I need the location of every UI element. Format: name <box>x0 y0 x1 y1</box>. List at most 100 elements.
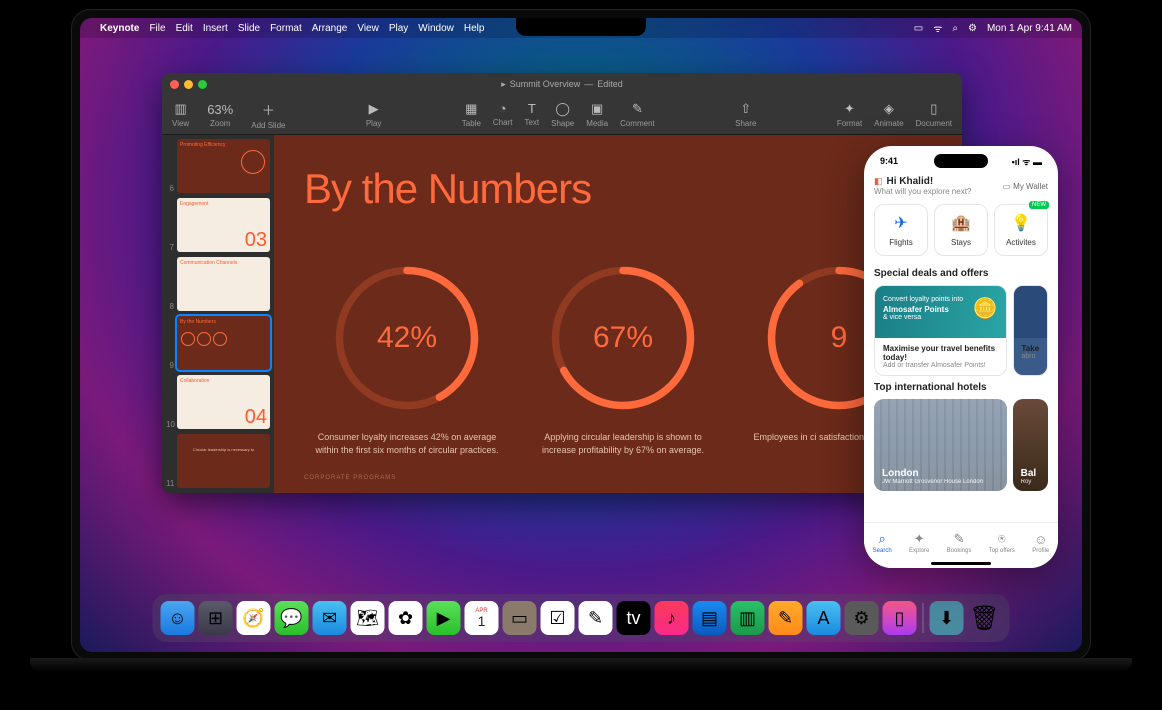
dock: ☺ ⊞ 🧭 💬 ✉ 🗺 ✿ ▶ APR1 ▭ ☑ ✎ tv ♪ ▤ ▥ ✎ A … <box>153 594 1010 642</box>
coins-icon: 🪙 <box>973 296 998 321</box>
phone-status-icons: •ıl ᯤ ▬ <box>1012 155 1042 168</box>
slide-thumb-11[interactable]: Circular leadership is necessary to <box>177 434 270 488</box>
dock-numbers[interactable]: ▥ <box>731 601 765 635</box>
dock-trash[interactable]: 🗑 <box>968 601 1002 635</box>
menu-edit[interactable]: Edit <box>176 23 193 34</box>
dock-calendar[interactable]: APR1 <box>465 601 499 635</box>
dock-music[interactable]: ♪ <box>655 601 689 635</box>
toolbar-zoom[interactable]: 63%Zoom <box>207 102 233 128</box>
dock-appstore[interactable]: A <box>807 601 841 635</box>
dock-messages[interactable]: 💬 <box>275 601 309 635</box>
menu-file[interactable]: File <box>149 23 165 34</box>
toolbar-table[interactable]: ▦Table <box>462 101 481 128</box>
wallet-icon: ▭ <box>1003 182 1011 191</box>
tab-bookings[interactable]: ✎Bookings <box>947 531 972 554</box>
dock-keynote[interactable]: ▤ <box>693 601 727 635</box>
promo-card[interactable]: Convert loyalty points into Almosafer Po… <box>874 285 1007 376</box>
toolbar-media[interactable]: ▣Media <box>586 101 608 128</box>
slide-thumb-6[interactable]: Promoting Efficiency <box>177 139 270 193</box>
wallet-button[interactable]: ▭My Wallet <box>1003 182 1048 191</box>
fullscreen-button[interactable] <box>198 80 207 89</box>
dock-maps[interactable]: 🗺 <box>351 601 385 635</box>
laptop-base <box>30 658 1132 672</box>
dock-reminders[interactable]: ☑ <box>541 601 575 635</box>
hotel-card-next[interactable]: BalRoy <box>1013 399 1048 491</box>
traffic-lights <box>170 80 207 89</box>
hotel-card[interactable]: London JW Marriott Grosvenor House Londo… <box>874 399 1007 491</box>
dock-photos[interactable]: ✿ <box>389 601 423 635</box>
document-state: Edited <box>597 79 623 89</box>
dock-downloads[interactable]: ⬇ <box>930 601 964 635</box>
toolbar-animate[interactable]: ◈Animate <box>874 101 903 128</box>
phone-greeting: Hi Khalid! <box>887 176 934 187</box>
dock-finder[interactable]: ☺ <box>161 601 195 635</box>
menu-format[interactable]: Format <box>270 23 302 34</box>
close-button[interactable] <box>170 80 179 89</box>
stat-1[interactable]: 67% Applying circular leadership is show… <box>530 263 716 456</box>
toolbar-view[interactable]: ▥View <box>172 101 189 128</box>
slide-thumb-8[interactable]: Communication Channels <box>177 257 270 311</box>
slide-thumb-10[interactable]: Collaboration04 <box>177 375 270 429</box>
toolbar-document[interactable]: ▯Document <box>916 101 952 128</box>
slide-thumb-9[interactable]: By the Numbers <box>177 316 270 370</box>
toolbar-play[interactable]: ▶Play <box>366 101 382 128</box>
slide-navigator[interactable]: 6 Promoting Efficiency 7 Engagement03 8 … <box>162 135 274 493</box>
battery-icon[interactable]: ▭ <box>914 23 923 34</box>
minimize-button[interactable] <box>184 80 193 89</box>
toolbar-format[interactable]: ✦Format <box>837 101 862 128</box>
app-logo-icon: ◧ <box>874 176 883 187</box>
promo-card-next[interactable]: Takeabro <box>1013 285 1049 376</box>
toolbar-share[interactable]: ⇧Share <box>735 101 756 128</box>
dock-safari[interactable]: 🧭 <box>237 601 271 635</box>
menu-play[interactable]: Play <box>389 23 408 34</box>
document-separator: — <box>584 79 593 89</box>
menu-insert[interactable]: Insert <box>203 23 228 34</box>
dock-contacts[interactable]: ▭ <box>503 601 537 635</box>
slide-thumb-7[interactable]: Engagement03 <box>177 198 270 252</box>
menu-window[interactable]: Window <box>418 23 454 34</box>
toolbar-add-slide[interactable]: ＋Add Slide <box>251 100 285 130</box>
desktop: Keynote File Edit Insert Slide Format Ar… <box>80 18 1082 652</box>
dock-separator <box>923 603 924 633</box>
dock-mail[interactable]: ✉ <box>313 601 347 635</box>
menubar-clock[interactable]: Mon 1 Apr 9:41 AM <box>987 23 1072 34</box>
tab-explore[interactable]: ✦Explore <box>909 531 929 554</box>
deals-title: Special deals and offers <box>874 268 1048 279</box>
action-flights[interactable]: ✈Flights <box>874 204 928 256</box>
hotel-name: JW Marriott Grosvenor House London <box>882 479 983 485</box>
control-center-icon[interactable]: ⚙ <box>968 23 977 34</box>
wifi-icon[interactable]: ᯤ <box>933 21 942 35</box>
spotlight-icon[interactable]: ⌕ <box>952 23 958 34</box>
menu-arrange[interactable]: Arrange <box>312 23 348 34</box>
document-title[interactable]: Summit Overview <box>510 79 581 89</box>
dock-facetime[interactable]: ▶ <box>427 601 461 635</box>
dock-settings[interactable]: ⚙ <box>845 601 879 635</box>
document-icon: ▸ <box>501 79 506 90</box>
tab-profile[interactable]: ☺Profile <box>1032 532 1049 554</box>
slide-footer[interactable]: CORPORATE PROGRAMS <box>304 475 396 481</box>
toolbar-comment[interactable]: ✎Comment <box>620 101 655 128</box>
dock-iphone-mirroring[interactable]: ▯ <box>883 601 917 635</box>
iphone-mirror-window[interactable]: 9:41 •ıl ᯤ ▬ ◧ Hi Khalid! What will you … <box>864 146 1058 568</box>
dock-launchpad[interactable]: ⊞ <box>199 601 233 635</box>
dock-pages[interactable]: ✎ <box>769 601 803 635</box>
stat-0[interactable]: 42% Consumer loyalty increases 42% on av… <box>314 263 500 456</box>
dock-notes[interactable]: ✎ <box>579 601 613 635</box>
toolbar-shape[interactable]: ◯Shape <box>551 101 574 128</box>
window-titlebar[interactable]: ▸ Summit Overview — Edited <box>162 73 962 95</box>
action-activites[interactable]: NEW💡Activites <box>994 204 1048 256</box>
menu-help[interactable]: Help <box>464 23 485 34</box>
tab-search[interactable]: ⌕Search <box>873 531 892 554</box>
promo-headline: Maximise your travel benefits today! <box>883 344 998 362</box>
toolbar-chart[interactable]: ◔Chart <box>493 101 513 128</box>
menu-slide[interactable]: Slide <box>238 23 260 34</box>
dock-tv[interactable]: tv <box>617 601 651 635</box>
action-stays[interactable]: 🏨Stays <box>934 204 988 256</box>
home-indicator[interactable] <box>931 562 991 565</box>
slide-title[interactable]: By the Numbers <box>304 165 932 213</box>
toolbar-text[interactable]: TText <box>524 101 539 128</box>
slide-canvas[interactable]: By the Numbers 42% Consumer loyalty incr… <box>274 135 962 493</box>
tab-top-offers[interactable]: ⍟Top offers <box>989 531 1015 554</box>
menu-view[interactable]: View <box>357 23 379 34</box>
menubar-app-name[interactable]: Keynote <box>100 23 139 34</box>
